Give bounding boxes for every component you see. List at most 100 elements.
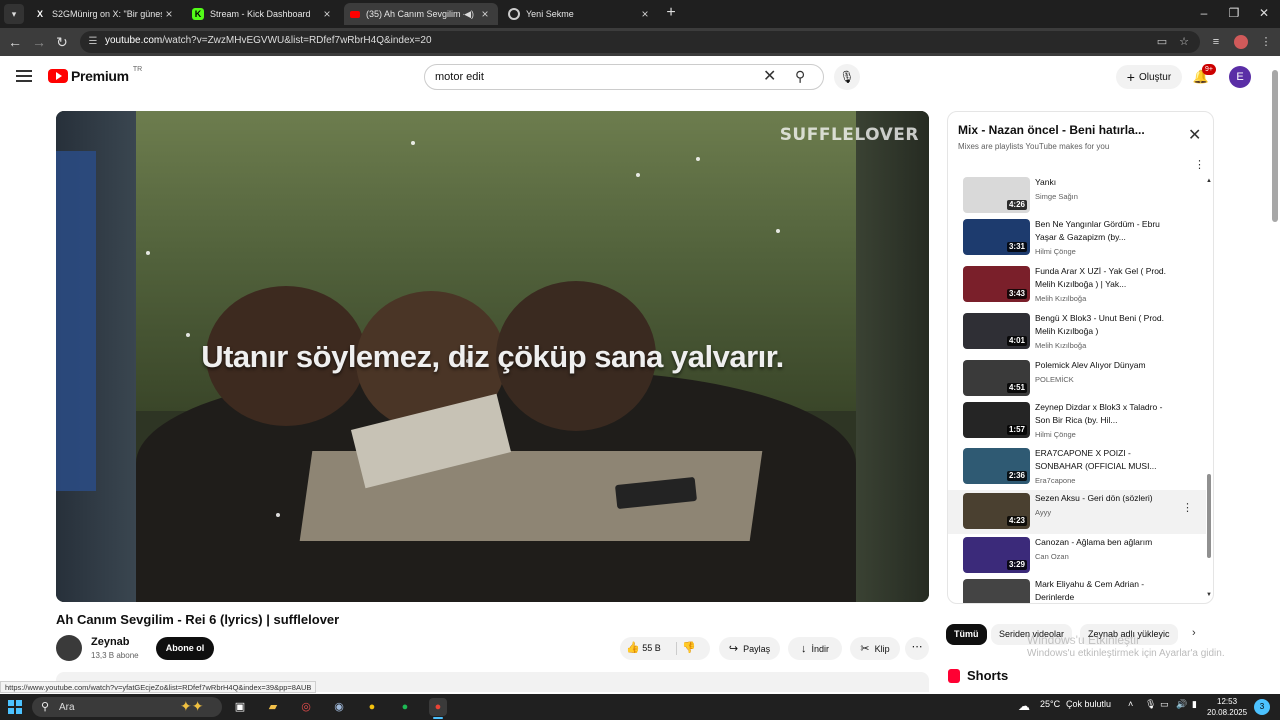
chrome-active-icon[interactable]: ● bbox=[429, 698, 447, 716]
video-thumbnail[interactable]: 3:29 bbox=[963, 537, 1030, 573]
windows-start-icon[interactable] bbox=[8, 700, 22, 714]
tab-close-icon[interactable]: × bbox=[162, 7, 176, 21]
chip-all[interactable]: Tümü bbox=[946, 624, 987, 645]
youtube-premium-logo[interactable]: Premium TR bbox=[48, 66, 142, 84]
profile-icon[interactable] bbox=[1234, 35, 1248, 49]
share-button[interactable]: ↪ Paylaş bbox=[719, 637, 780, 660]
item-title: Funda Arar X UZİ - Yak Gel ( Prod. Melih… bbox=[1035, 266, 1167, 289]
new-tab-icon[interactable]: + bbox=[663, 5, 679, 21]
back-icon[interactable]: ← bbox=[6, 33, 24, 51]
weather-text[interactable]: Çok bulutlu bbox=[1066, 699, 1111, 709]
channel-avatar[interactable] bbox=[56, 635, 82, 661]
battery-icon[interactable]: ▮ bbox=[1192, 699, 1197, 710]
volume-icon[interactable]: 🔊 bbox=[1176, 699, 1187, 710]
guide-menu-icon[interactable] bbox=[16, 70, 32, 82]
video-thumbnail[interactable]: 4:51 bbox=[963, 360, 1030, 396]
playlist-item[interactable]: 1:57 Zeynep Dizdar x Blok3 x Taladro - S… bbox=[948, 399, 1206, 443]
reload-icon[interactable]: ↻ bbox=[53, 33, 71, 51]
notification-center-badge[interactable]: 3 bbox=[1254, 699, 1270, 715]
restore-icon[interactable]: ❐ bbox=[1224, 6, 1244, 20]
microphone-icon[interactable]: 🎙 bbox=[1145, 699, 1156, 710]
item-channel: Hilmi Çönge bbox=[1035, 247, 1076, 256]
video-thumbnail[interactable]: 4:23 bbox=[963, 493, 1030, 529]
bookmark-star-icon[interactable]: ☆ bbox=[1177, 35, 1191, 49]
tab-x[interactable]: X S2GMünirg on X: "Bir güneş pa × bbox=[28, 3, 182, 25]
tab-close-icon[interactable]: × bbox=[320, 7, 334, 21]
like-button[interactable]: 👍 55 B bbox=[626, 637, 661, 660]
tray-chevron-icon[interactable]: ˄ bbox=[1128, 699, 1133, 709]
cast-icon[interactable]: ▭ bbox=[1155, 35, 1169, 49]
playlist-menu-icon[interactable]: ⋮ bbox=[1194, 158, 1205, 171]
playlist-item[interactable]: Mark Eliyahu & Cem Adrian - Derinlerde bbox=[948, 576, 1206, 603]
voice-search-icon[interactable]: 🎙 bbox=[834, 64, 860, 90]
chrome-menu-icon[interactable]: ⋮ bbox=[1258, 34, 1274, 50]
video-thumbnail[interactable]: 2:36 bbox=[963, 448, 1030, 484]
system-clock[interactable]: 12:53 20.08.2025 bbox=[1207, 696, 1247, 718]
close-icon[interactable]: ✕ bbox=[1188, 128, 1201, 144]
tab-youtube[interactable]: (35) Ah Canım Sevgilim - Re ◀) × bbox=[344, 3, 498, 25]
address-bar[interactable]: ☰ youtube.com/watch?v=ZwzMHvEGVWU&list=R… bbox=[80, 31, 1200, 53]
subscribe-button[interactable]: Abone ol bbox=[156, 637, 214, 660]
page-scrollbar[interactable] bbox=[1271, 70, 1278, 690]
thumbs-down-icon[interactable]: 👎 bbox=[682, 637, 696, 660]
clear-search-icon[interactable]: ✕ bbox=[763, 69, 776, 85]
tab-new[interactable]: Yeni Sekme × bbox=[502, 3, 658, 25]
forward-icon[interactable]: → bbox=[30, 33, 48, 51]
playlist-item[interactable]: 2:36 ERA7CAPONE X POIZI - SONBAHAR (OFFI… bbox=[948, 445, 1206, 489]
tab-close-icon[interactable]: × bbox=[478, 7, 492, 21]
tab-search-menu-icon[interactable]: ▾ bbox=[4, 4, 24, 24]
playlist-item[interactable]: 4:01 Bengü X Blok3 - Unut Beni ( Prod. M… bbox=[948, 310, 1206, 354]
playlist-item-hovered[interactable]: 4:23 Sezen Aksu - Geri dön (sözleri) Ayyy… bbox=[948, 490, 1206, 534]
steam-icon[interactable]: ◉ bbox=[330, 698, 348, 716]
video-thumbnail[interactable]: 4:26 bbox=[963, 177, 1030, 213]
speaker-icon[interactable]: ◀) bbox=[464, 9, 474, 20]
playlist-item[interactable]: 3:29 Canozan - Ağlama ben ağlarım Can Oza… bbox=[948, 534, 1206, 578]
tab-close-icon[interactable]: × bbox=[638, 7, 652, 21]
create-button[interactable]: + Oluştur bbox=[1116, 65, 1182, 89]
chevron-right-icon[interactable]: › bbox=[1192, 627, 1196, 639]
video-thumbnail[interactable]: 3:43 bbox=[963, 266, 1030, 302]
search-icon[interactable]: ⚲ bbox=[795, 68, 805, 85]
duration-badge: 4:51 bbox=[1006, 383, 1027, 393]
search-input[interactable]: motor edit bbox=[435, 71, 484, 83]
scrollbar-thumb[interactable] bbox=[1207, 474, 1211, 558]
item-menu-icon[interactable]: ⋮ bbox=[1182, 501, 1193, 514]
video-player[interactable]: SUFFLELOVER Utanır söylemez, diz çöküp s… bbox=[56, 111, 929, 602]
scroll-down-icon[interactable]: ▼ bbox=[1206, 592, 1212, 598]
video-thumbnail[interactable]: 3:31 bbox=[963, 219, 1030, 255]
account-avatar[interactable]: E bbox=[1229, 66, 1251, 88]
playlist-item[interactable]: 4:51 Polemick Alev Alıyor Dünyam POLEMİCK bbox=[948, 357, 1206, 401]
playlist-item[interactable]: 3:43 Funda Arar X UZİ - Yak Gel ( Prod. … bbox=[948, 263, 1206, 307]
app-icon[interactable]: ◎ bbox=[297, 698, 315, 716]
minimize-icon[interactable]: – bbox=[1194, 6, 1214, 20]
media-controls-icon[interactable]: ≡ bbox=[1208, 34, 1224, 50]
playlist-item[interactable]: 4:26 Yankı Simge Sağın bbox=[948, 174, 1206, 218]
more-actions-icon[interactable]: ⋯ bbox=[905, 637, 929, 660]
playlist-items: 4:26 Yankı Simge Sağın 3:31 Ben Ne Yangın… bbox=[948, 174, 1206, 603]
task-view-icon[interactable]: ▣ bbox=[231, 698, 249, 716]
like-count: 55 B bbox=[642, 643, 661, 653]
playlist-scrollbar[interactable]: ▲ ▼ bbox=[1206, 174, 1213, 603]
playlist-title[interactable]: Mix - Nazan öncel - Beni hatırla... bbox=[958, 123, 1145, 137]
video-thumbnail[interactable] bbox=[963, 579, 1030, 603]
playlist-item[interactable]: 3:31 Ben Ne Yangınlar Gördüm - Ebru Yaşa… bbox=[948, 216, 1206, 260]
temperature[interactable]: 25°C bbox=[1040, 699, 1060, 709]
search-box[interactable]: motor edit ✕ ⚲ bbox=[424, 64, 824, 90]
video-thumbnail[interactable]: 1:57 bbox=[963, 402, 1030, 438]
file-explorer-icon[interactable]: ▰ bbox=[264, 698, 282, 716]
scrollbar-thumb[interactable] bbox=[1272, 70, 1278, 222]
spotify-icon[interactable]: ● bbox=[396, 698, 414, 716]
channel-name[interactable]: Zeynab bbox=[91, 636, 130, 648]
download-button[interactable]: ↓ İndir bbox=[788, 637, 842, 660]
chrome-icon[interactable]: ● bbox=[363, 698, 381, 716]
network-icon[interactable]: ▭ bbox=[1160, 699, 1169, 710]
clip-button[interactable]: ✂ Klip bbox=[850, 637, 900, 660]
scroll-up-icon[interactable]: ▲ bbox=[1206, 178, 1212, 184]
divider bbox=[676, 642, 677, 655]
site-info-icon[interactable]: ☰ bbox=[86, 35, 100, 49]
taskbar-search[interactable]: ⚲ Ara ✦✦ bbox=[32, 697, 222, 717]
tab-kick[interactable]: K Stream - Kick Dashboard × bbox=[186, 3, 340, 25]
weather-icon[interactable]: ☁ bbox=[1018, 699, 1030, 713]
window-close-icon[interactable]: ✕ bbox=[1254, 6, 1274, 20]
video-thumbnail[interactable]: 4:01 bbox=[963, 313, 1030, 349]
